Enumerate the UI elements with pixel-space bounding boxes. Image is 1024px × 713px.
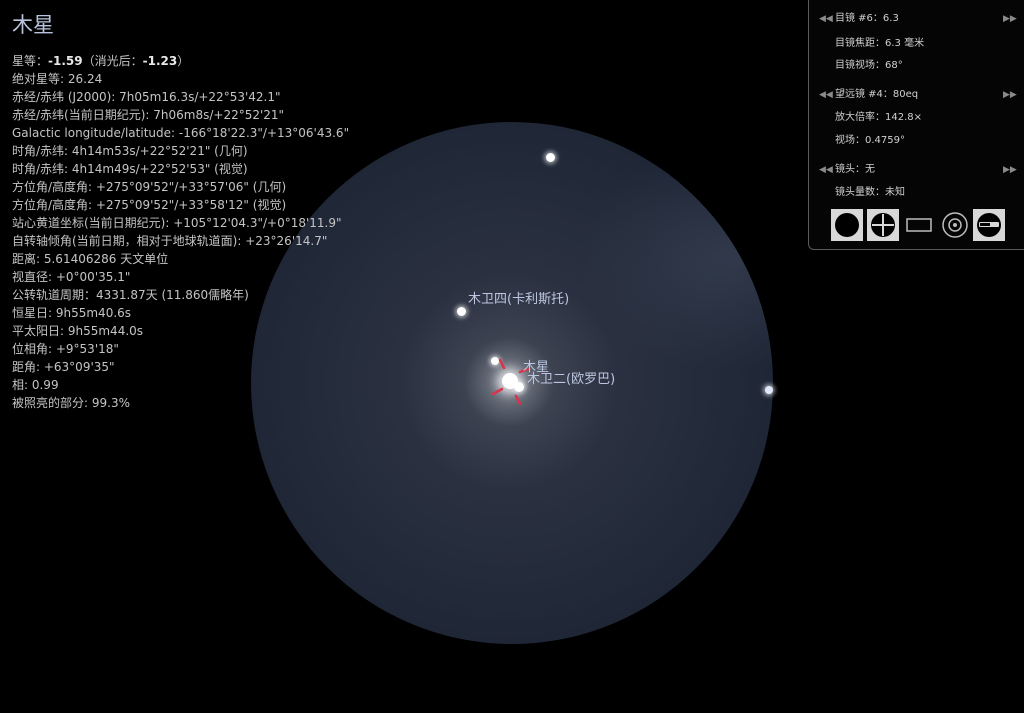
telrad-icon[interactable] — [939, 209, 971, 241]
object-info-panel: 木星 星等：-1.59（消光后：-1.23） 绝对星等: 26.24 赤经/赤纬… — [12, 12, 349, 412]
star[interactable] — [546, 153, 555, 162]
eyepiece-row: ◀◀ 目镜 #6：6.3 ▶▶ — [809, 12, 1024, 26]
info-line: 时角/赤纬: 4h14m53s/+22°52'21" (几何) — [12, 144, 248, 158]
info-line-magnitude: 星等：-1.59（消光后：-1.23） — [12, 54, 190, 68]
info-line: 距角: +63°09'35" — [12, 360, 115, 374]
telescope-label: 望远镜 #4：80eq — [835, 89, 919, 100]
crosshair-icon[interactable] — [867, 209, 899, 241]
prev-telescope-icon[interactable]: ◀◀ — [819, 88, 833, 102]
info-line: 方位角/高度角: +275°09'52"/+33°57'06" (几何) — [12, 180, 287, 194]
lens-label: 镜头：无 — [835, 164, 875, 175]
info-line: 站心黄道坐标(当前日期纪元): +105°12'04.3"/+0°18'11.9… — [12, 216, 342, 230]
fov-row: 视场：0.4759° — [809, 134, 1024, 148]
info-line: 被照亮的部分: 99.3% — [12, 396, 130, 410]
next-eyepiece-icon[interactable]: ▶▶ — [1003, 12, 1017, 26]
ocular-tool-buttons — [831, 209, 1021, 243]
magnification-label: 放大倍率：142.8× — [835, 112, 923, 123]
lens-multiplier-label: 镜头量数：未知 — [835, 187, 905, 198]
moon-callisto[interactable] — [457, 307, 466, 316]
eyepiece-focal-label: 目镜焦距：6.3 毫米 — [835, 38, 925, 49]
prev-lens-icon[interactable]: ◀◀ — [819, 163, 833, 177]
eyepiece-label: 目镜 #6：6.3 — [835, 13, 899, 24]
magnification-row: 放大倍率：142.8× — [809, 111, 1024, 125]
label-callisto: 木卫四(卡利斯托) — [468, 292, 570, 307]
telescope-row: ◀◀ 望远镜 #4：80eq ▶▶ — [809, 88, 1024, 102]
oculars-panel: ◀◀ 目镜 #6：6.3 ▶▶ 目镜焦距：6.3 毫米 目镜视场：68° ◀◀ … — [808, 0, 1024, 250]
info-line: 时角/赤纬: 4h14m49s/+22°52'53" (视觉) — [12, 162, 248, 176]
prev-eyepiece-icon[interactable]: ◀◀ — [819, 12, 833, 26]
info-line: 赤经/赤纬(当前日期纪元): 7h06m8s/+22°52'21" — [12, 108, 285, 122]
object-title: 木星 — [12, 13, 54, 37]
info-line: 相: 0.99 — [12, 378, 59, 392]
lens-multiplier-row: 镜头量数：未知 — [809, 186, 1024, 200]
info-line: 恒星日: 9h55m40.6s — [12, 306, 132, 320]
object-info-lines: 星等：-1.59（消光后：-1.23） 绝对星等: 26.24 赤经/赤纬 (J… — [12, 52, 349, 412]
label-europa: 木卫二(欧罗巴) — [527, 372, 616, 387]
info-line: 位相角: +9°53'18" — [12, 342, 119, 356]
info-line: 公转轨道周期：4331.87天 (11.860儒略年) — [12, 288, 249, 302]
info-line: 自转轴倾角(当前日期，相对于地球轨道面): +23°26'14.7" — [12, 234, 328, 248]
info-line: 绝对星等: 26.24 — [12, 72, 103, 86]
info-line: 方位角/高度角: +275°09'52"/+33°58'12" (视觉) — [12, 198, 287, 212]
fov-label: 视场：0.4759° — [835, 135, 905, 146]
eyepiece-fov-row: 目镜视场：68° — [809, 59, 1024, 73]
eyepiece-fov-label: 目镜视场：68° — [835, 60, 903, 71]
eyepiece-focal-row: 目镜焦距：6.3 毫米 — [809, 37, 1024, 51]
lens-row: ◀◀ 镜头：无 ▶▶ — [809, 163, 1024, 177]
sky-glow — [581, 142, 773, 372]
star[interactable] — [765, 386, 773, 394]
sensor-frame-icon[interactable] — [903, 209, 935, 241]
next-telescope-icon[interactable]: ▶▶ — [1003, 88, 1017, 102]
telescope-config-icon[interactable] — [973, 209, 1005, 241]
info-line: 平太阳日: 9h55m44.0s — [12, 324, 144, 338]
info-line: 距离: 5.61406286 天文单位 — [12, 252, 169, 266]
info-line: Galactic longitude/latitude: -166°18'22.… — [12, 126, 350, 140]
next-lens-icon[interactable]: ▶▶ — [1003, 163, 1017, 177]
info-line: 视直径: +0°00'35.1" — [12, 270, 131, 284]
info-line: 赤经/赤纬 (J2000): 7h05m16.3s/+22°53'42.1" — [12, 90, 281, 104]
ocular-view-icon[interactable] — [831, 209, 863, 241]
